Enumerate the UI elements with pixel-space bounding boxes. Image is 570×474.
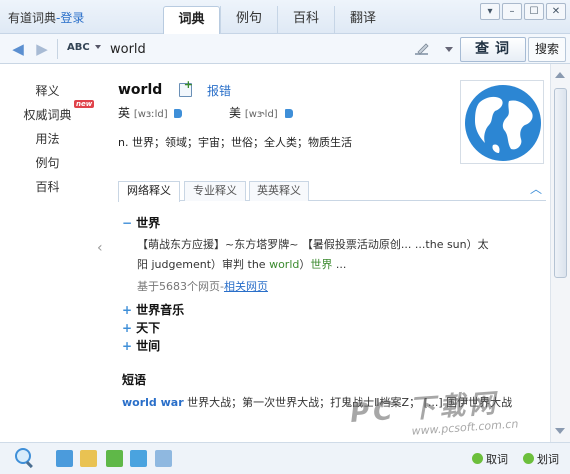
collapse-sign: − [122, 216, 133, 230]
us-label: 美 [229, 106, 242, 120]
related-pages-link[interactable]: 相关网页 [224, 280, 268, 293]
maximize-icon[interactable]: ☐ [524, 3, 544, 20]
collapse-section-icon[interactable]: ︿ [530, 180, 542, 197]
search-input[interactable] [110, 41, 400, 58]
wordbook-icon[interactable] [80, 450, 97, 467]
globe-icon [465, 85, 541, 161]
web-definition-heading[interactable]: + 世间 [122, 337, 160, 354]
highlight-term: 世界 [310, 258, 333, 271]
check-icon [472, 453, 483, 464]
back-arrow-icon[interactable]: ◀ [8, 40, 28, 58]
basis-text: 基于5683个网页- [137, 280, 224, 293]
new-badge: new [74, 100, 95, 108]
section-title: 世界音乐 [136, 303, 185, 317]
window-controls: ▾ – ☐ ✕ [480, 3, 566, 20]
tab-english-english-definition[interactable]: 英英释义 [249, 181, 309, 201]
scroll-up-icon[interactable] [555, 72, 565, 78]
translate-icon[interactable] [130, 450, 147, 467]
scroll-thumb[interactable] [554, 88, 567, 278]
definition-text: ... [332, 258, 347, 271]
sidebar-item-examples[interactable]: 例句 [0, 154, 95, 171]
handwriting-pen-icon[interactable] [414, 41, 430, 57]
web-definition-heading[interactable]: + 世界音乐 [122, 301, 184, 318]
vertical-scrollbar[interactable] [550, 64, 570, 442]
uk-ipa: [wɜːld] [133, 109, 168, 120]
check-icon [523, 453, 534, 464]
app-name: 有道词典 [8, 11, 57, 25]
definition-line: 【萌战东方应援】~东方塔罗牌~ 【暑假投票活动原创... ...the sun）… [137, 238, 489, 251]
section-title: 世间 [136, 339, 161, 353]
highlight-term: world [269, 258, 300, 271]
add-to-wordbook-icon[interactable] [179, 78, 193, 97]
speaker-icon[interactable] [284, 109, 293, 118]
divider [57, 39, 58, 59]
sidebar-item-authoritative-dict[interactable]: 权威词典 new [0, 100, 95, 123]
tab-translate[interactable]: 翻译 [334, 6, 391, 34]
sidebar-item-label: 权威词典 [23, 108, 72, 122]
web-search-button[interactable]: 搜索 [528, 37, 566, 62]
web-definition-heading[interactable]: − 世界 [122, 214, 160, 231]
expand-sign: + [122, 321, 133, 335]
menu-dropdown-icon[interactable]: ▾ [480, 3, 500, 20]
section-title: 世界 [136, 216, 161, 230]
chevron-down-icon[interactable] [95, 45, 101, 49]
toggle-label: 取词 [486, 453, 508, 466]
basic-definition: n. 世界；领域；宇宙；世俗；全人类；物质生活 [118, 136, 352, 149]
close-icon[interactable]: ✕ [546, 3, 566, 20]
app-title: 有道词典-登录 [8, 9, 84, 26]
bottom-toolbar: 取词 划词 [0, 442, 570, 474]
phrase-term[interactable]: world war [122, 396, 184, 409]
tab-examples[interactable]: 例句 [220, 6, 277, 34]
sidebar-item-usage[interactable]: 用法 [0, 130, 95, 147]
tab-encyclopedia[interactable]: 百科 [277, 6, 334, 34]
us-ipa: [wɝld] [244, 109, 278, 120]
title-bar: 有道词典-登录 词典 例句 百科 翻译 ▾ – ☐ ✕ [0, 0, 570, 34]
us-pronunciation: 美 [wɝld] [229, 104, 293, 121]
select-word-toggle[interactable]: 划词 [523, 451, 559, 467]
minimize-icon[interactable]: – [502, 3, 522, 20]
expand-sign: + [122, 303, 133, 317]
tool-icon[interactable] [106, 450, 123, 467]
section-title: 天下 [136, 321, 161, 335]
scroll-down-icon[interactable] [555, 428, 565, 434]
definition-tabs: 网络释义 专业释义 英英释义 [118, 181, 546, 202]
web-definition-heading[interactable]: + 天下 [122, 319, 160, 336]
screen-capture-icon[interactable] [56, 450, 73, 467]
definition-text: 阳 judgement）审判 the [137, 258, 270, 271]
definition-line: 阳 judgement）审判 the world）世界 ... [137, 255, 529, 275]
magnifier-icon[interactable] [14, 447, 36, 469]
source-basis: 基于5683个网页-相关网页 [137, 278, 268, 294]
sidebar-item-encyclopedia[interactable]: 百科 [0, 178, 95, 195]
tab-web-definition[interactable]: 网络释义 [118, 181, 180, 202]
tab-dictionary[interactable]: 词典 [163, 6, 220, 34]
speaker-icon[interactable] [174, 109, 183, 118]
lookup-button[interactable]: 查词 [460, 37, 526, 62]
toggle-label: 划词 [537, 453, 559, 466]
phrases-heading: 短语 [122, 373, 147, 387]
main-tabs: 词典 例句 百科 翻译 [163, 6, 391, 34]
capture-word-toggle[interactable]: 取词 [472, 451, 508, 467]
headword: world [118, 82, 163, 98]
tab-professional-definition[interactable]: 专业释义 [184, 181, 246, 201]
sidebar-item-definition[interactable]: 释义 [0, 82, 95, 99]
search-bar: ◀ ▶ ABC 查词 搜索 [0, 34, 570, 64]
word-image[interactable] [460, 80, 544, 164]
history-dropdown-icon[interactable] [445, 47, 453, 52]
login-link[interactable]: -登录 [56, 11, 84, 25]
skin-icon[interactable] [155, 450, 172, 467]
report-error-link[interactable]: 报错 [207, 82, 231, 99]
language-selector[interactable]: ABC [67, 42, 90, 53]
uk-label: 英 [118, 106, 131, 120]
watermark: PC 下载网 www.pcsoft.com.cn [344, 365, 558, 449]
uk-pronunciation: 英 [wɜːld] [118, 104, 183, 121]
definition-text: ） [299, 258, 311, 271]
web-definition-text: 【萌战东方应援】~东方塔罗牌~ 【暑假投票活动原创... ...the sun）… [137, 235, 529, 275]
collapse-sidebar-icon[interactable]: ‹ [97, 240, 103, 256]
expand-sign: + [122, 339, 133, 353]
forward-arrow-icon[interactable]: ▶ [32, 40, 52, 58]
